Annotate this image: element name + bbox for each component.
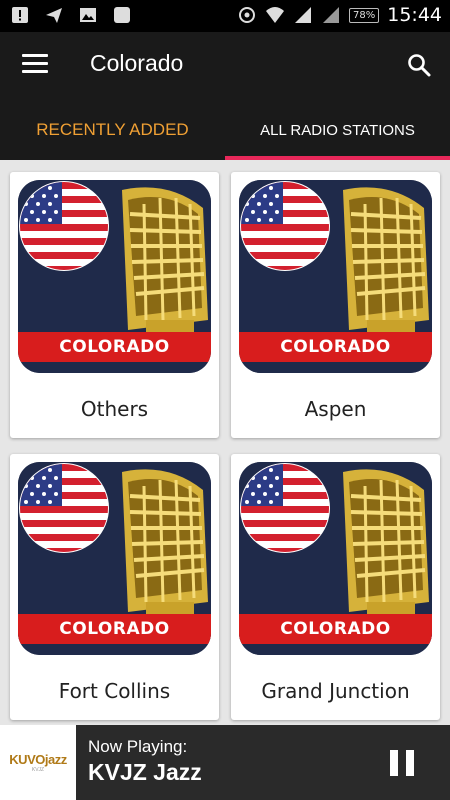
- station-artwork: COLORADO: [18, 462, 211, 655]
- microphone-icon: [122, 187, 208, 336]
- tab-recently-added[interactable]: RECENTLY ADDED: [0, 100, 225, 160]
- now-playing-bar[interactable]: KUVOjazz KVJZ Now Playing: KVJZ Jazz: [0, 725, 450, 800]
- pause-icon[interactable]: [390, 750, 414, 776]
- tab-label: RECENTLY ADDED: [36, 120, 189, 139]
- hamburger-menu-icon[interactable]: [22, 54, 48, 76]
- state-banner: COLORADO: [239, 332, 432, 362]
- logo-subtext: KVJZ: [31, 767, 45, 773]
- state-banner: COLORADO: [18, 332, 211, 362]
- city-card-3[interactable]: COLORADO Grand Junction: [231, 454, 440, 720]
- station-artwork: COLORADO: [239, 462, 432, 655]
- tab-all-radio-stations[interactable]: ALL RADIO STATIONS: [225, 100, 450, 160]
- logo-text: KUVOjazz: [9, 752, 67, 767]
- tab-bar: RECENTLY ADDED ALL RADIO STATIONS: [0, 100, 450, 160]
- wifi-icon: [265, 5, 285, 25]
- now-playing-label: Now Playing:: [88, 737, 188, 756]
- alert-icon: [10, 5, 30, 25]
- signal-icon-2: [321, 5, 341, 25]
- state-banner: COLORADO: [18, 614, 211, 644]
- city-card-1[interactable]: COLORADO Aspen: [231, 172, 440, 438]
- city-card-2[interactable]: COLORADO Fort Collins: [10, 454, 219, 720]
- now-playing-station: KVJZ Jazz: [88, 759, 202, 785]
- page-title: Colorado: [90, 50, 184, 76]
- image-icon: [78, 5, 98, 25]
- sync-icon: [237, 5, 257, 25]
- send-icon: [44, 5, 64, 25]
- battery-icon: 78%: [349, 7, 380, 23]
- app-bar: Colorado: [0, 32, 450, 100]
- state-banner: COLORADO: [239, 614, 432, 644]
- city-name: Grand Junction: [261, 679, 410, 703]
- microphone-icon: [343, 469, 429, 618]
- city-grid: COLORADO Others COLORADO Aspen COLORADO …: [0, 160, 450, 725]
- search-icon[interactable]: [406, 52, 432, 78]
- microphone-icon: [343, 187, 429, 336]
- city-name: Others: [80, 397, 149, 421]
- station-logo: KUVOjazz KVJZ: [0, 725, 76, 800]
- signal-icon: [293, 5, 313, 25]
- status-time: 15:44: [387, 4, 442, 26]
- app-icon: [112, 5, 132, 25]
- city-card-0[interactable]: COLORADO Others: [10, 172, 219, 438]
- station-artwork: COLORADO: [239, 180, 432, 373]
- status-bar: 78% 15:44: [0, 0, 450, 32]
- microphone-icon: [122, 469, 208, 618]
- station-artwork: COLORADO: [18, 180, 211, 373]
- city-name: Fort Collins: [58, 679, 171, 703]
- tab-label: ALL RADIO STATIONS: [260, 121, 415, 139]
- city-name: Aspen: [304, 397, 367, 421]
